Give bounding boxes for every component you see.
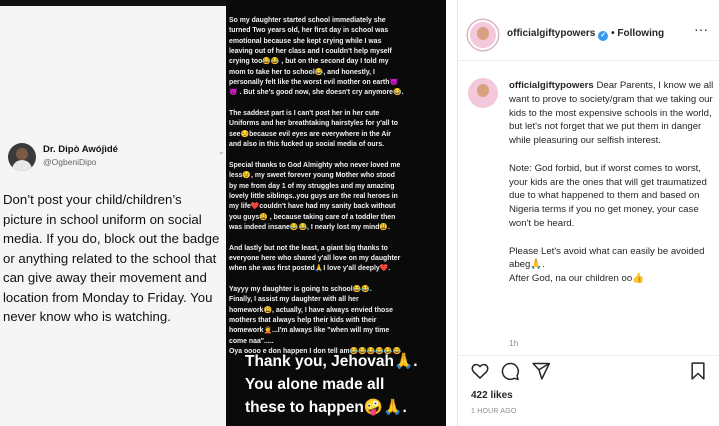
chevron-down-icon: ⌄ <box>218 147 225 156</box>
tweet-author-handle: @OgbeniDipo <box>43 157 97 167</box>
tweet-top-bar <box>0 0 226 6</box>
following-label[interactable]: • Following <box>611 28 664 39</box>
header-divider <box>458 60 719 61</box>
tweet-author-name: Dr. Dipò Awójìdé <box>43 144 118 155</box>
post-timestamp: 1 HOUR AGO <box>471 408 517 415</box>
verified-badge-icon: ✓ <box>598 31 609 41</box>
likes-count[interactable]: 422 likes <box>471 390 513 401</box>
profile-username[interactable]: officialgiftypowers <box>507 28 595 39</box>
post-header: officialgiftypowers ✓ • Following ··· <box>458 12 719 54</box>
share-icon[interactable] <box>531 361 551 381</box>
heart-icon[interactable] <box>470 361 490 381</box>
caption-timestamp: 1h <box>509 338 519 348</box>
instagram-post-panel: officialgiftypowers ✓ • Following ··· off… <box>457 0 719 426</box>
caption-username[interactable]: officialgiftypowers <box>509 80 594 91</box>
more-options-icon[interactable]: ··· <box>694 21 708 37</box>
post-caption: officialgiftypowers Dear Parents, I know… <box>509 79 714 286</box>
tweet-screenshot-panel: Dr. Dipò Awójìdé @OgbeniDipo ⌄ Don’t pos… <box>0 0 226 426</box>
bookmark-icon[interactable] <box>688 361 708 381</box>
actions-divider <box>458 355 719 356</box>
profile-avatar[interactable] <box>468 20 498 50</box>
caption-text: Dear Parents, I know we all want to prov… <box>509 80 714 285</box>
tweet-text: Don’t post your child/children’s picture… <box>3 192 220 324</box>
story-text: So my daughter started school immediatel… <box>229 17 404 355</box>
story-screenshot-panel: So my daughter started school immediatel… <box>226 0 446 426</box>
caption-avatar[interactable] <box>468 78 498 108</box>
profile-username-row: officialgiftypowers ✓ • Following <box>507 28 664 41</box>
comment-icon[interactable] <box>500 361 520 381</box>
tweet-author-avatar <box>8 143 36 171</box>
panel-gap <box>446 0 457 426</box>
story-big-text: Thank you, Jehovah🙏. You alone made all … <box>245 353 418 416</box>
